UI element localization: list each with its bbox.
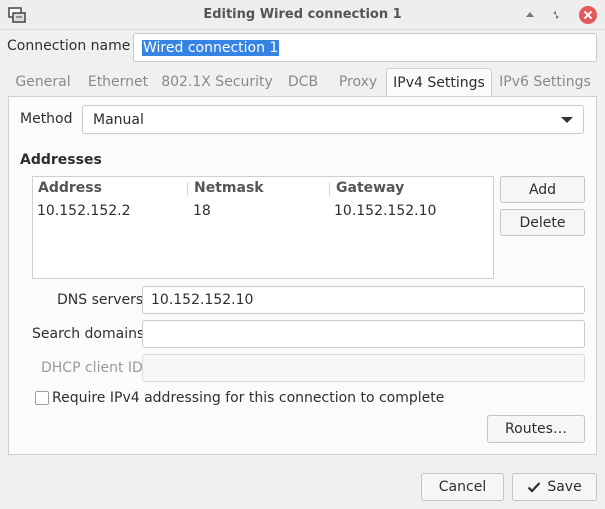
method-label: Method [20,111,73,127]
tab-ipv4-settings[interactable]: IPv4 Settings [386,68,492,97]
dhcp-client-id-input [142,354,585,382]
require-ipv4-checkbox[interactable] [35,391,49,405]
column-divider [329,182,330,196]
netmask-cell[interactable]: 18 [193,203,211,219]
dns-servers-input[interactable]: 10.152.152.10 [142,286,585,314]
tab-ethernet[interactable]: Ethernet [78,68,158,96]
tab-general[interactable]: General [8,68,78,96]
title-bar: Editing Wired connection 1 [0,0,605,30]
tab-8021x-security[interactable]: 802.1X Security [158,68,276,96]
column-header-netmask[interactable]: Netmask [194,180,264,196]
checkmark-icon [528,482,541,493]
gateway-cell[interactable]: 10.152.152.10 [334,203,436,219]
tab-proxy[interactable]: Proxy [330,68,386,96]
close-button[interactable] [579,6,597,24]
require-ipv4-label[interactable]: Require IPv4 addressing for this connect… [52,390,444,406]
chevron-down-icon [561,117,573,123]
address-cell[interactable]: 10.152.152.2 [37,203,131,219]
search-domains-label: Search domains [32,326,145,342]
add-button[interactable]: Add [500,176,585,203]
maximize-icon[interactable] [521,6,539,24]
cancel-button[interactable]: Cancel [421,473,504,501]
dns-servers-value: 10.152.152.10 [151,292,254,308]
addresses-title: Addresses [20,152,102,168]
restore-icon[interactable] [547,6,565,24]
save-label: Save [547,479,582,495]
tab-ipv6-settings[interactable]: IPv6 Settings [492,68,598,96]
connection-name-value: Wired connection 1 [142,39,280,56]
method-select[interactable]: Manual [82,105,584,134]
connection-name-label: Connection name [7,38,131,54]
column-header-gateway[interactable]: Gateway [336,180,404,196]
connection-name-input[interactable]: Wired connection 1 [133,33,597,62]
routes-button[interactable]: Routes… [487,415,585,443]
window-title: Editing Wired connection 1 [203,7,402,22]
tab-dcb[interactable]: DCB [276,68,330,96]
method-value: Manual [93,111,144,128]
save-button[interactable]: Save [512,473,597,501]
addresses-table[interactable]: Address Netmask Gateway 10.152.152.2 18 … [32,176,494,279]
dhcp-client-id-label: DHCP client ID [41,360,143,376]
search-domains-input[interactable] [142,320,585,348]
dns-servers-label: DNS servers [57,292,144,308]
column-header-address[interactable]: Address [38,180,102,196]
delete-button[interactable]: Delete [500,209,585,236]
column-divider [187,182,188,196]
